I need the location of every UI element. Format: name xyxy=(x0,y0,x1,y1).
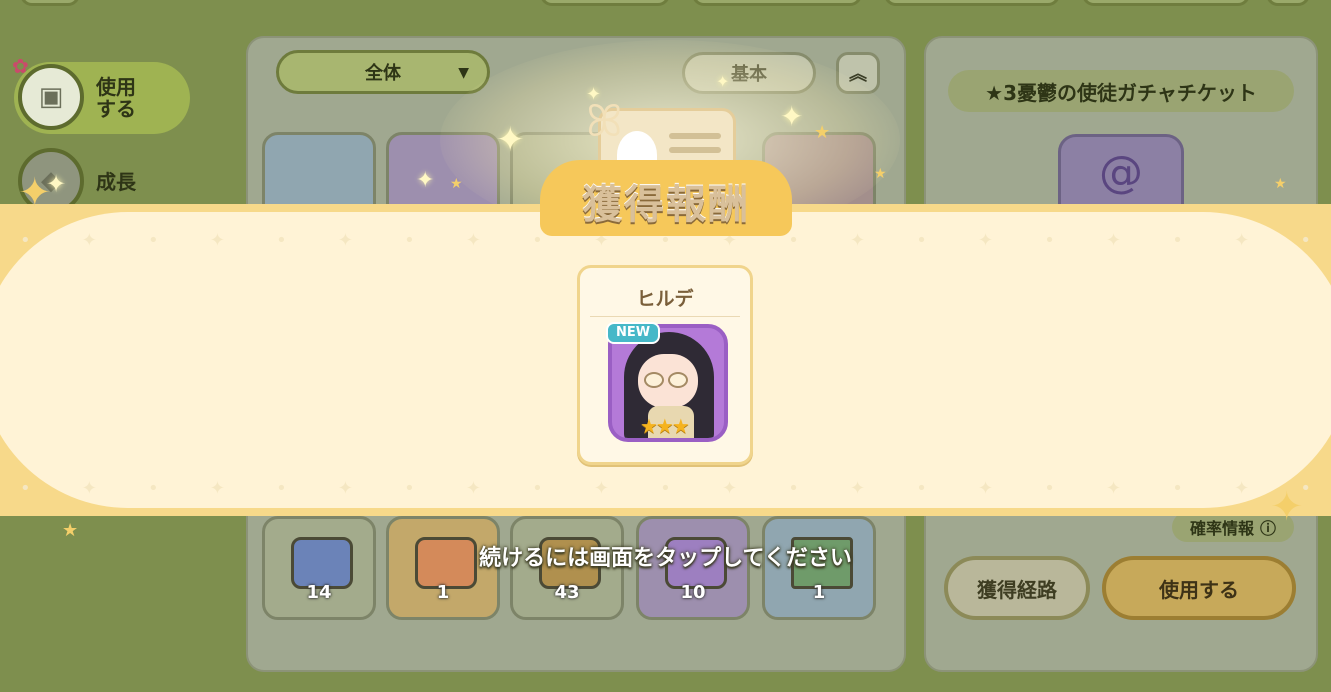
top-resource-pill xyxy=(692,0,862,6)
sparkle-icon: ★ xyxy=(62,520,79,541)
sparkle-icon: ✦ xyxy=(780,100,804,133)
item-title: ★3憂鬱の使徒ガチャチケット xyxy=(948,70,1294,112)
item-count: 14 xyxy=(306,582,332,603)
item-count: 43 xyxy=(554,582,580,603)
sidebar-item-label: 成長 xyxy=(96,170,136,194)
tap-to-continue-hint[interactable]: 続けるには画面をタップしてください xyxy=(0,540,1331,572)
reward-card: ヒルデ ★★★ NEW xyxy=(577,265,753,465)
sparkle-icon: ✦ xyxy=(46,170,67,198)
top-settings-pill[interactable] xyxy=(1266,0,1310,6)
filter-dropdown[interactable]: 全体 ▼ xyxy=(276,50,490,94)
item-count: 1 xyxy=(812,582,826,603)
top-menu-pill[interactable] xyxy=(20,0,80,6)
sparkle-icon: ✦ xyxy=(496,120,525,160)
sparkle-icon: ★ xyxy=(814,122,831,143)
reward-title: 獲得報酬 xyxy=(582,182,750,228)
probability-label: 確率情報 xyxy=(1189,519,1254,538)
item-count: 10 xyxy=(680,582,706,603)
sidebar-item-label: 使用 する xyxy=(96,75,136,121)
sidebar-item-use[interactable]: ▣ 使用 する xyxy=(14,62,190,134)
sparkle-icon: ✦ xyxy=(716,72,730,91)
top-resource-pill xyxy=(884,0,1060,6)
sparkle-icon: ★ xyxy=(1274,176,1287,192)
top-resource-pill xyxy=(540,0,670,6)
sparkle-icon: ✦ xyxy=(586,84,602,105)
item-count: 1 xyxy=(436,582,450,603)
sparkle-row: • ✦ • ✦ • ✦ • ✦ • ✦ • ✦ • ✦ • ✦ • ✦ • ✦ • xyxy=(20,477,1311,499)
sparkle-icon: ✦ xyxy=(416,168,435,193)
sparkle-icon: ✦ xyxy=(1270,484,1304,530)
sparkle-icon: ★ xyxy=(874,166,887,182)
rarity-stars-icon: ★★★ xyxy=(640,414,690,438)
gacha-ticket-icon: @ xyxy=(1058,134,1184,214)
chevron-down-icon: ▼ xyxy=(458,65,469,81)
divider xyxy=(590,316,740,317)
reward-name: ヒルデ xyxy=(636,288,694,310)
chest-icon: ▣ xyxy=(18,64,84,130)
top-resource-pill xyxy=(1082,0,1250,6)
new-badge: NEW xyxy=(606,322,661,344)
sparkle-icon: ★ xyxy=(450,176,463,192)
filter-value: 全体 xyxy=(365,63,401,84)
